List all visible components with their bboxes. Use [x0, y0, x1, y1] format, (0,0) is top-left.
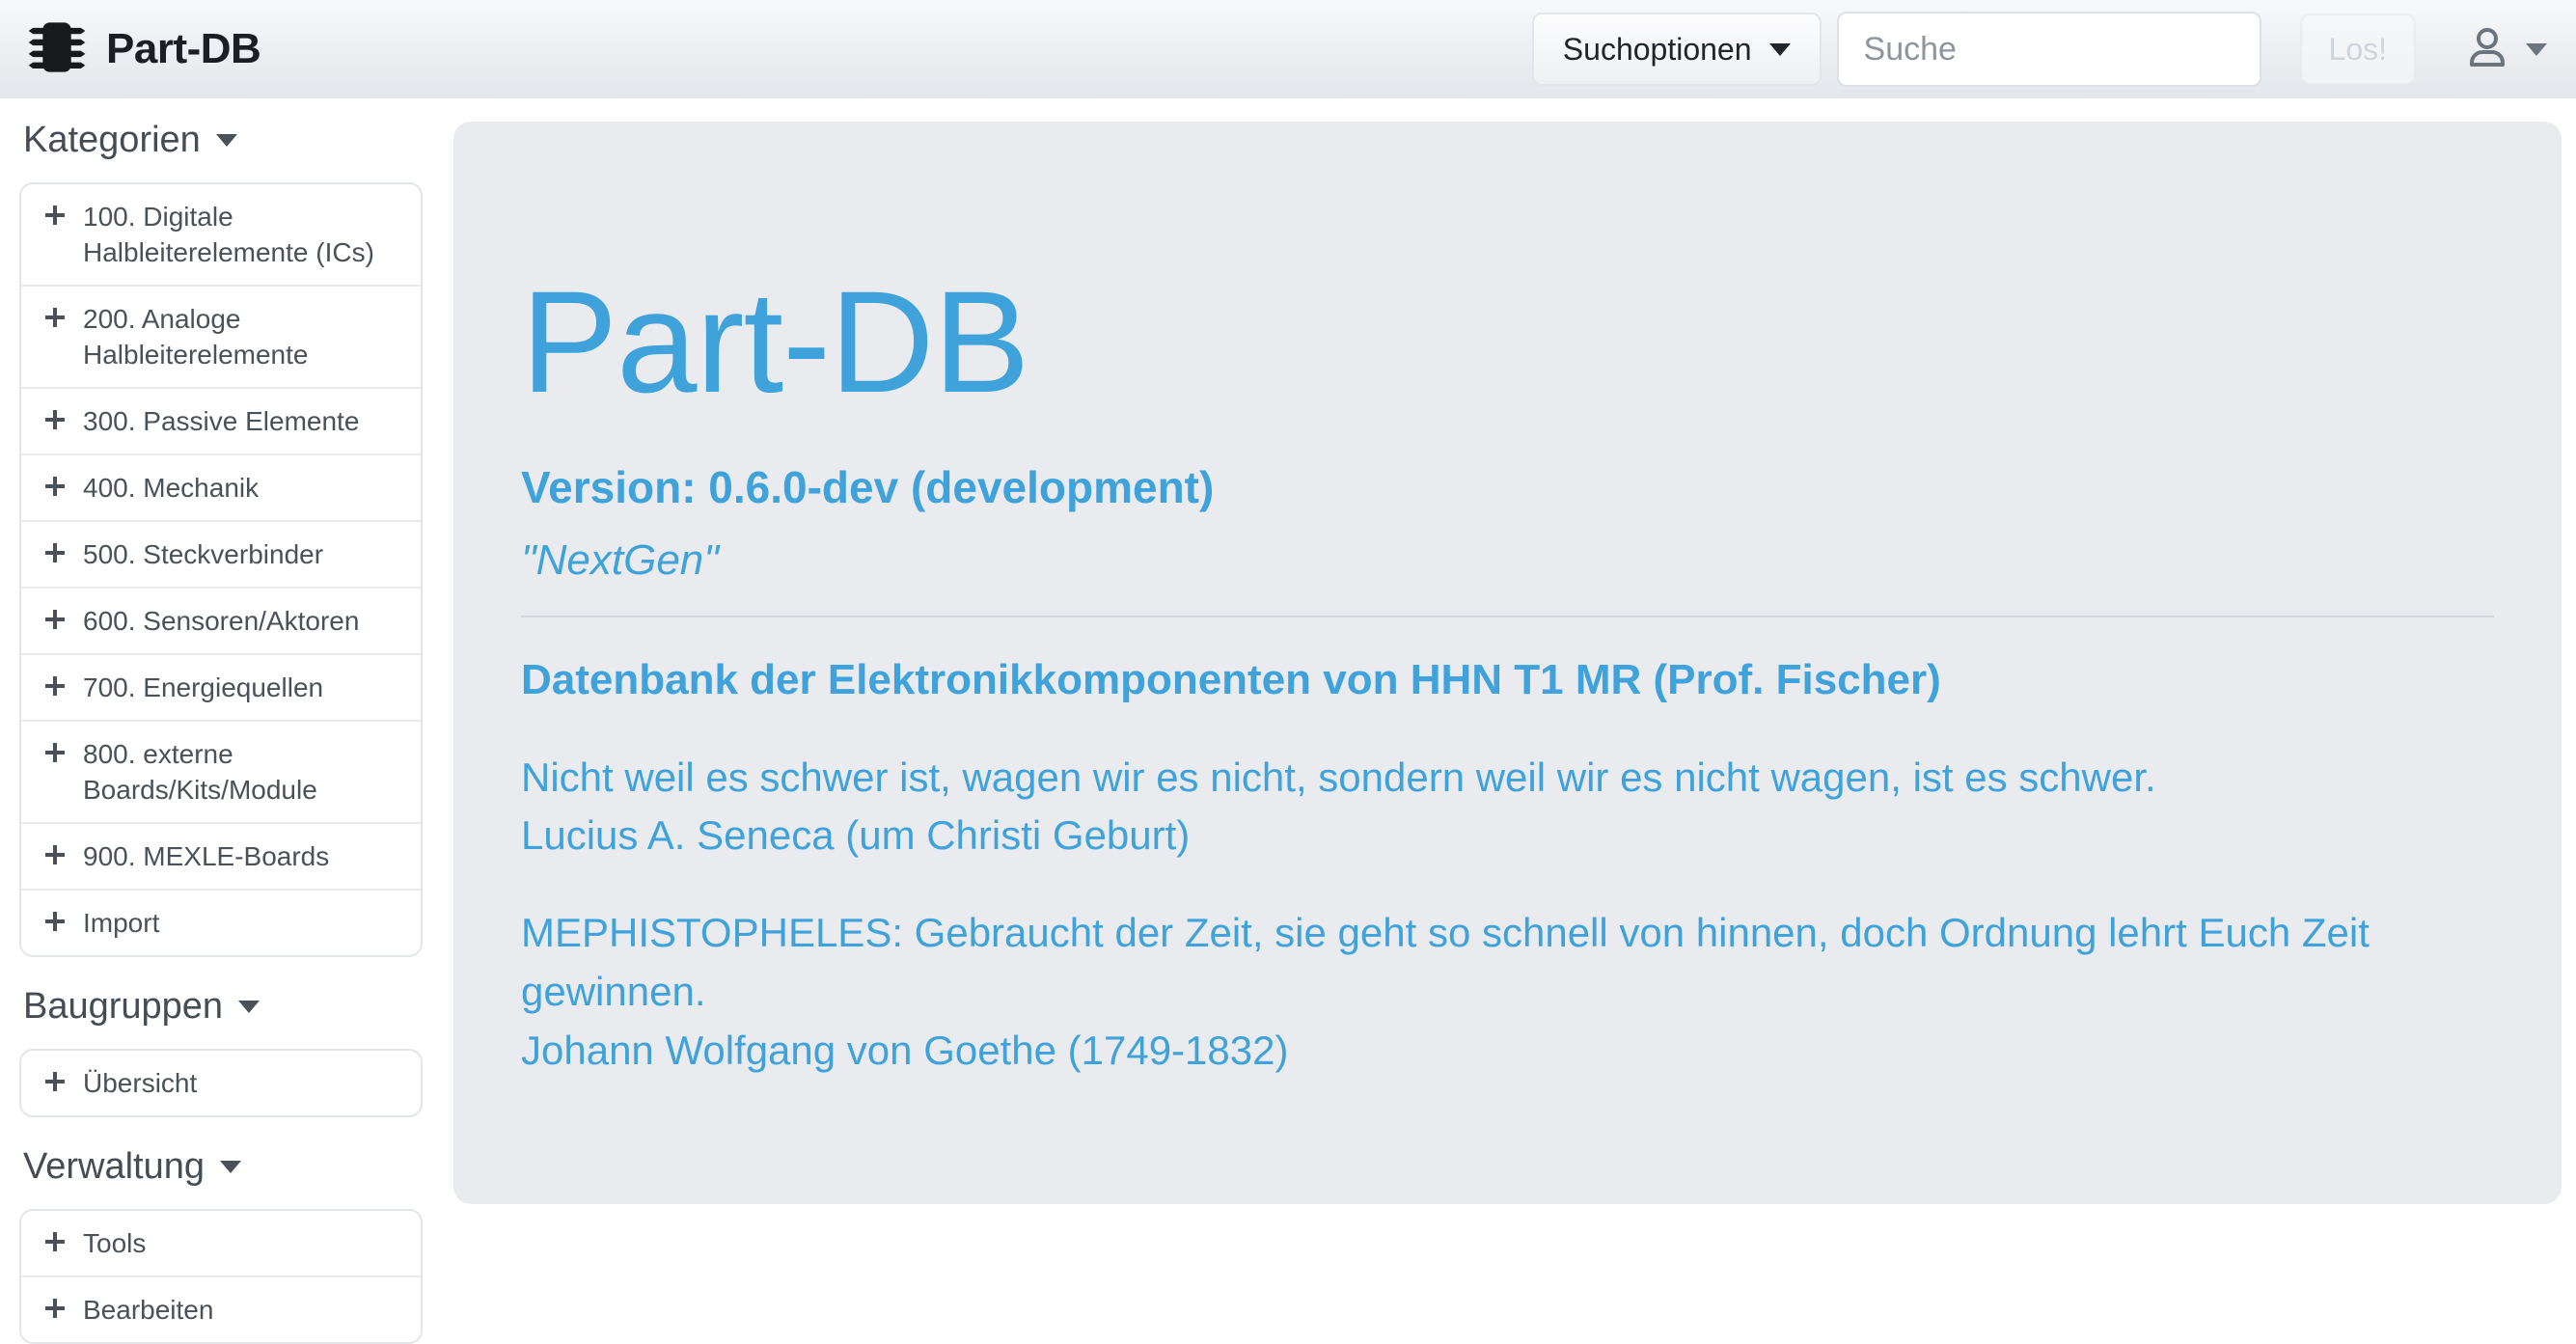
caret-down-icon: [2526, 43, 2547, 56]
sidebar-item-100-digitale[interactable]: 100. Digitale Halbleiterelemente (ICs): [21, 184, 421, 285]
sidebar-item-900-mexle[interactable]: 900. MEXLE-Boards: [21, 822, 421, 889]
divider: [521, 616, 2494, 617]
sidebar-item-bearbeiten[interactable]: Bearbeiten: [21, 1275, 421, 1342]
kategorien-list: 100. Digitale Halbleiterelemente (ICs) 2…: [19, 182, 423, 957]
plus-icon: [42, 607, 68, 637]
plus-icon: [42, 1229, 68, 1259]
section-title: Verwaltung: [23, 1146, 205, 1188]
sidebar-item-700-energiequellen[interactable]: 700. Energiequellen: [21, 653, 421, 720]
plus-icon: [42, 474, 68, 504]
sidebar-item-label: 700. Energiequellen: [83, 670, 323, 705]
codename: "NextGen": [521, 536, 2494, 585]
verwaltung-list: Tools Bearbeiten: [19, 1209, 423, 1344]
sidebar: Kategorien 100. Digitale Halbleitereleme…: [0, 98, 453, 1344]
sidebar-section-kategorien[interactable]: Kategorien: [23, 120, 453, 161]
go-button[interactable]: Los!: [2300, 14, 2416, 85]
sidebar-item-label: 800. externe Boards/Kits/Module: [83, 736, 405, 808]
sidebar-item-label: 100. Digitale Halbleiterelemente (ICs): [83, 199, 405, 270]
quote-seneca: Nicht weil es schwer ist, wagen wir es n…: [521, 749, 2494, 866]
baugruppen-list: Übersicht: [19, 1049, 423, 1117]
quote-goethe: MEPHISTOPHELES: Gebraucht der Zeit, sie …: [521, 904, 2494, 1081]
database-description: Datenbank der Elektronikkomponenten von …: [521, 656, 2494, 704]
plus-icon: [42, 203, 68, 233]
quote-text: MEPHISTOPHELES: Gebraucht der Zeit, sie …: [521, 904, 2494, 1022]
search-options-label: Suchoptionen: [1563, 32, 1752, 68]
sidebar-item-import[interactable]: Import: [21, 889, 421, 955]
section-title: Kategorien: [23, 120, 201, 161]
brand-title: Part-DB: [106, 25, 260, 73]
brand-link[interactable]: Part-DB: [25, 18, 260, 81]
plus-icon: [42, 1296, 68, 1326]
search-options-button[interactable]: Suchoptionen: [1532, 13, 1822, 86]
sidebar-item-label: 300. Passive Elemente: [83, 403, 359, 439]
sidebar-item-label: Tools: [83, 1225, 146, 1261]
caret-down-icon: [216, 134, 237, 147]
sidebar-item-400-mechanik[interactable]: 400. Mechanik: [21, 453, 421, 520]
sidebar-item-tools[interactable]: Tools: [21, 1211, 421, 1275]
sidebar-item-label: 400. Mechanik: [83, 470, 259, 506]
quote-text: Nicht weil es schwer ist, wagen wir es n…: [521, 749, 2494, 808]
sidebar-item-600-sensoren[interactable]: 600. Sensoren/Aktoren: [21, 587, 421, 653]
plus-icon: [42, 305, 68, 335]
search-input[interactable]: [1837, 12, 2261, 87]
sidebar-item-label: 500. Steckverbinder: [83, 536, 323, 572]
section-title: Baugruppen: [23, 986, 223, 1028]
sidebar-item-300-passive[interactable]: 300. Passive Elemente: [21, 387, 421, 453]
sidebar-item-200-analoge[interactable]: 200. Analoge Halbleiterelemente: [21, 285, 421, 387]
sidebar-item-label: Import: [83, 905, 159, 941]
version-line: Version: 0.6.0-dev (development): [521, 461, 2494, 513]
sidebar-item-label: 900. MEXLE-Boards: [83, 838, 329, 874]
caret-down-icon: [1769, 43, 1791, 56]
quote-author: Johann Wolfgang von Goethe (1749-1832): [521, 1022, 2494, 1081]
user-menu-button[interactable]: [2464, 24, 2547, 75]
page-title: Part-DB: [521, 266, 2494, 419]
sidebar-item-500-steckverbinder[interactable]: 500. Steckverbinder: [21, 520, 421, 587]
sidebar-item-800-externe[interactable]: 800. externe Boards/Kits/Module: [21, 720, 421, 822]
microchip-icon: [25, 18, 89, 81]
person-icon: [2464, 24, 2510, 75]
sidebar-item-label: 600. Sensoren/Aktoren: [83, 603, 359, 639]
plus-icon: [42, 407, 68, 437]
plus-icon: [42, 842, 68, 872]
sidebar-item-label: Bearbeiten: [83, 1292, 213, 1328]
caret-down-icon: [220, 1161, 241, 1173]
top-navbar: Part-DB Suchoptionen Los!: [0, 0, 2576, 98]
plus-icon: [42, 673, 68, 703]
quote-author: Lucius A. Seneca (um Christi Geburt): [521, 807, 2494, 865]
sidebar-section-verwaltung[interactable]: Verwaltung: [23, 1146, 453, 1188]
sidebar-item-label: 200. Analoge Halbleiterelemente: [83, 301, 405, 372]
sidebar-item-label: Übersicht: [83, 1065, 197, 1101]
navbar-right-group: Suchoptionen Los!: [1532, 12, 2547, 87]
plus-icon: [42, 540, 68, 570]
plus-icon: [42, 909, 68, 939]
sidebar-item-uebersicht[interactable]: Übersicht: [21, 1051, 421, 1115]
welcome-card: Part-DB Version: 0.6.0-dev (development)…: [453, 122, 2562, 1204]
sidebar-section-baugruppen[interactable]: Baugruppen: [23, 986, 453, 1028]
caret-down-icon: [238, 1001, 260, 1013]
plus-icon: [42, 740, 68, 770]
plus-icon: [42, 1069, 68, 1099]
